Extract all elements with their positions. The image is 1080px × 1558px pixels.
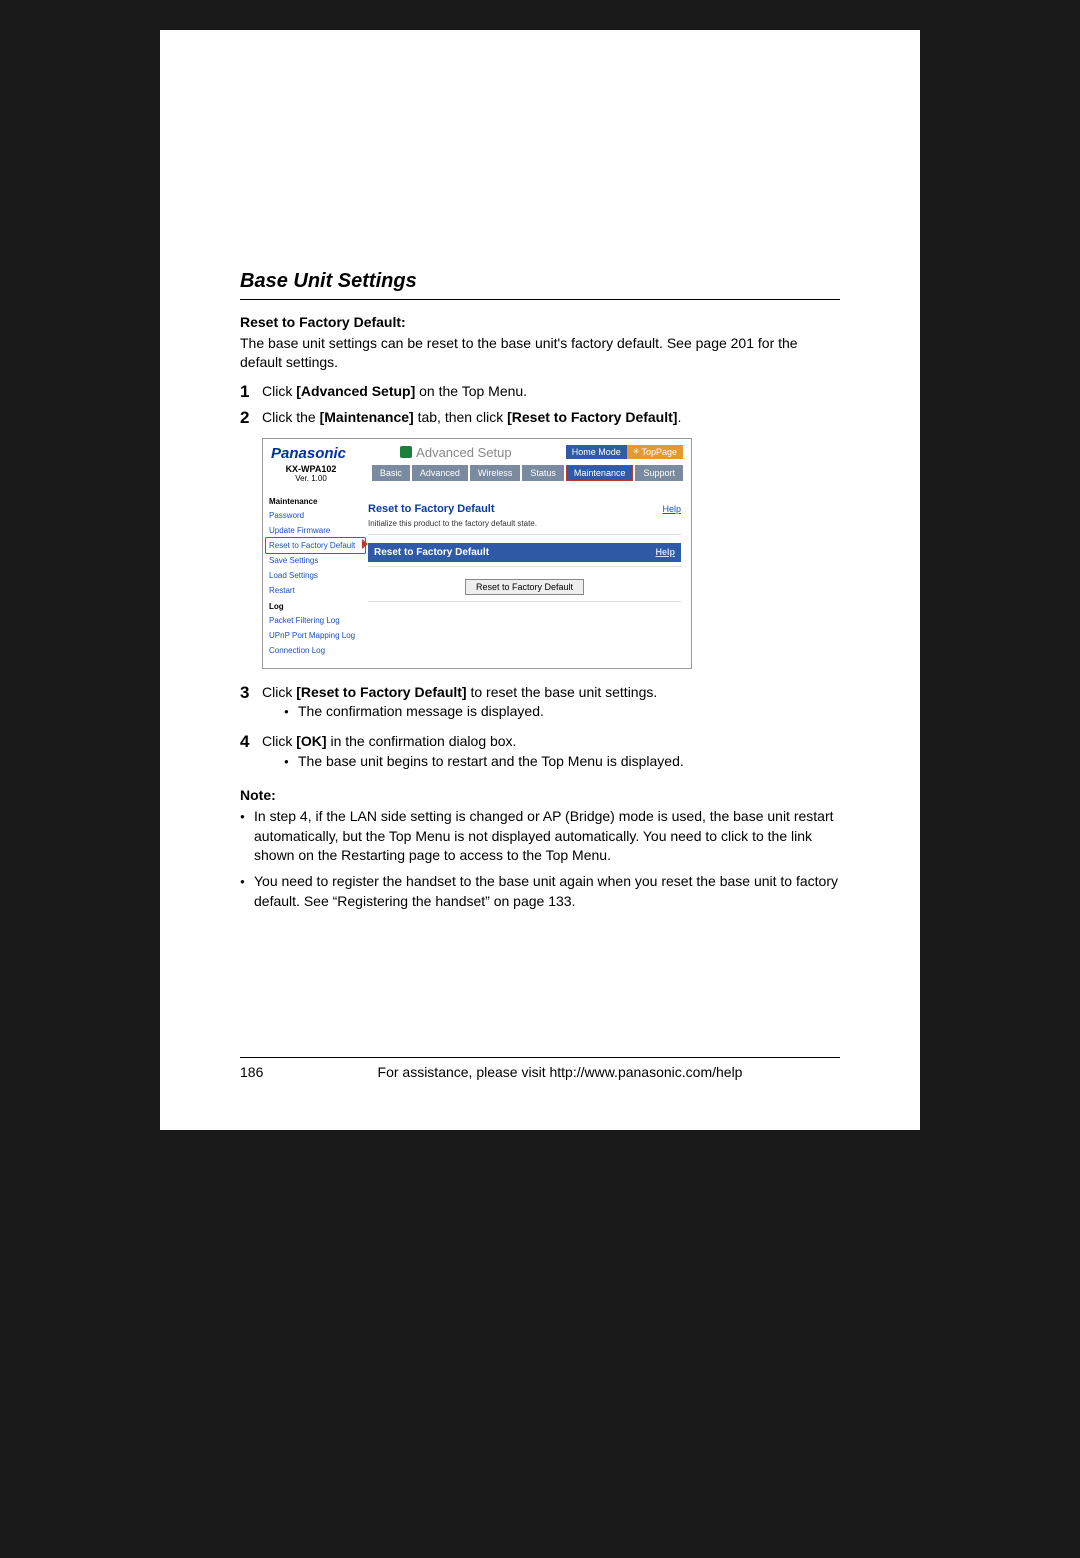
reset-factory-button[interactable]: Reset to Factory Default xyxy=(465,579,584,595)
page-number: 186 xyxy=(240,1064,280,1080)
steps-list: 1 Click [Advanced Setup] on the Top Menu… xyxy=(240,382,840,428)
t: Click xyxy=(262,733,296,749)
t: Click xyxy=(262,684,296,700)
tab-maintenance[interactable]: Maintenance xyxy=(566,465,634,481)
sidebar-item-update-firmware[interactable]: Update Firmware xyxy=(267,523,358,538)
sidebar-item-save-settings[interactable]: Save Settings xyxy=(267,553,358,568)
note-item-2: You need to register the handset to the … xyxy=(240,872,840,911)
step-number: 1 xyxy=(240,382,262,402)
manual-page: Base Unit Settings Reset to Factory Defa… xyxy=(160,30,920,1130)
t: . xyxy=(677,409,681,425)
sidebar-item-packet-log[interactable]: Packet Filtering Log xyxy=(267,613,358,628)
bar-title: Reset to Factory Default xyxy=(374,547,489,558)
step3-bullet: The confirmation message is displayed. xyxy=(284,702,840,722)
t: [Advanced Setup] xyxy=(296,383,415,399)
note-list: In step 4, if the LAN side setting is ch… xyxy=(240,807,840,911)
sidebar-item-restart[interactable]: Restart xyxy=(267,583,358,598)
tab-status[interactable]: Status xyxy=(522,465,564,481)
t: to reset the base unit settings. xyxy=(467,684,658,700)
t: [Reset to Factory Default] xyxy=(507,409,677,425)
mode-buttons: Home Mode TopPage xyxy=(566,445,683,459)
tab-support[interactable]: Support xyxy=(635,465,683,481)
t: KX-WPA102 xyxy=(271,464,351,474)
page-footer: 186 For assistance, please visit http://… xyxy=(240,1057,840,1080)
model-label: KX-WPA102 Ver. 1.00 xyxy=(271,464,351,483)
note-item-1: In step 4, if the LAN side setting is ch… xyxy=(240,807,840,866)
pencil-icon xyxy=(400,446,412,458)
section-title: Base Unit Settings xyxy=(240,270,840,300)
button-row: Reset to Factory Default xyxy=(368,566,681,602)
section-bar: Reset to Factory Default Help xyxy=(368,543,681,562)
t: Click xyxy=(262,383,296,399)
model-tab-row: KX-WPA102 Ver. 1.00 Basic Advanced Wirel… xyxy=(263,464,691,489)
step4-bullet: The base unit begins to restart and the … xyxy=(284,752,840,772)
brand-logo: Panasonic xyxy=(271,445,346,462)
highlight-arrow-icon xyxy=(362,539,368,549)
tab-wireless[interactable]: Wireless xyxy=(470,465,521,481)
t: [Reset to Factory Default] xyxy=(296,684,466,700)
step-2-text: Click the [Maintenance] tab, then click … xyxy=(262,408,840,428)
sidebar-item-load-settings[interactable]: Load Settings xyxy=(267,568,358,583)
step-1-text: Click [Advanced Setup] on the Top Menu. xyxy=(262,382,840,402)
step-number: 3 xyxy=(240,683,262,703)
home-mode-button[interactable]: Home Mode xyxy=(566,445,627,459)
card-title: Reset to Factory Default xyxy=(368,503,495,515)
sidebar-item-upnp-log[interactable]: UPnP Port Mapping Log xyxy=(267,628,358,643)
t: [Maintenance] xyxy=(320,409,414,425)
sidebar-group-maintenance: Maintenance xyxy=(267,493,358,508)
router-screenshot: Panasonic Advanced Setup Home Mode TopPa… xyxy=(262,438,692,669)
steps-list-2: 3 Click [Reset to Factory Default] to re… xyxy=(240,683,840,775)
router-header: Panasonic Advanced Setup Home Mode TopPa… xyxy=(263,439,691,464)
sidebar-item-password[interactable]: Password xyxy=(267,508,358,523)
router-body: Maintenance Password Update Firmware Res… xyxy=(263,489,691,668)
tab-bar: Basic Advanced Wireless Status Maintenan… xyxy=(372,465,683,481)
tab-basic[interactable]: Basic xyxy=(372,465,410,481)
note-heading: Note: xyxy=(240,787,840,803)
bar-help-link[interactable]: Help xyxy=(655,547,675,558)
step-4-text: Click [OK] in the confirmation dialog bo… xyxy=(262,732,840,775)
step-number: 2 xyxy=(240,408,262,428)
card-description: Initialize this product to the factory d… xyxy=(368,519,681,535)
tab-advanced[interactable]: Advanced xyxy=(412,465,468,481)
t: Ver. 1.00 xyxy=(271,474,351,483)
sidebar: Maintenance Password Update Firmware Res… xyxy=(263,489,358,668)
reset-heading: Reset to Factory Default: xyxy=(240,314,840,330)
sidebar-item-connection-log[interactable]: Connection Log xyxy=(267,643,358,658)
step-number: 4 xyxy=(240,732,262,752)
t: Click the xyxy=(262,409,320,425)
t: tab, then click xyxy=(414,409,507,425)
setup-title: Advanced Setup xyxy=(416,445,511,460)
reset-body: The base unit settings can be reset to t… xyxy=(240,334,840,372)
setup-title-wrap: Advanced Setup xyxy=(400,445,511,460)
help-link[interactable]: Help xyxy=(662,504,681,514)
card-title-row: Reset to Factory Default Help xyxy=(368,497,681,519)
t: [OK] xyxy=(296,733,326,749)
t: on the Top Menu. xyxy=(415,383,527,399)
t: in the confirmation dialog box. xyxy=(327,733,517,749)
footer-text: For assistance, please visit http://www.… xyxy=(280,1064,840,1080)
sidebar-group-log: Log xyxy=(267,598,358,613)
step-3-text: Click [Reset to Factory Default] to rese… xyxy=(262,683,840,726)
top-page-button[interactable]: TopPage xyxy=(627,445,683,459)
main-pane: Reset to Factory Default Help Initialize… xyxy=(358,489,691,668)
sidebar-item-reset-factory[interactable]: Reset to Factory Default xyxy=(267,538,358,553)
